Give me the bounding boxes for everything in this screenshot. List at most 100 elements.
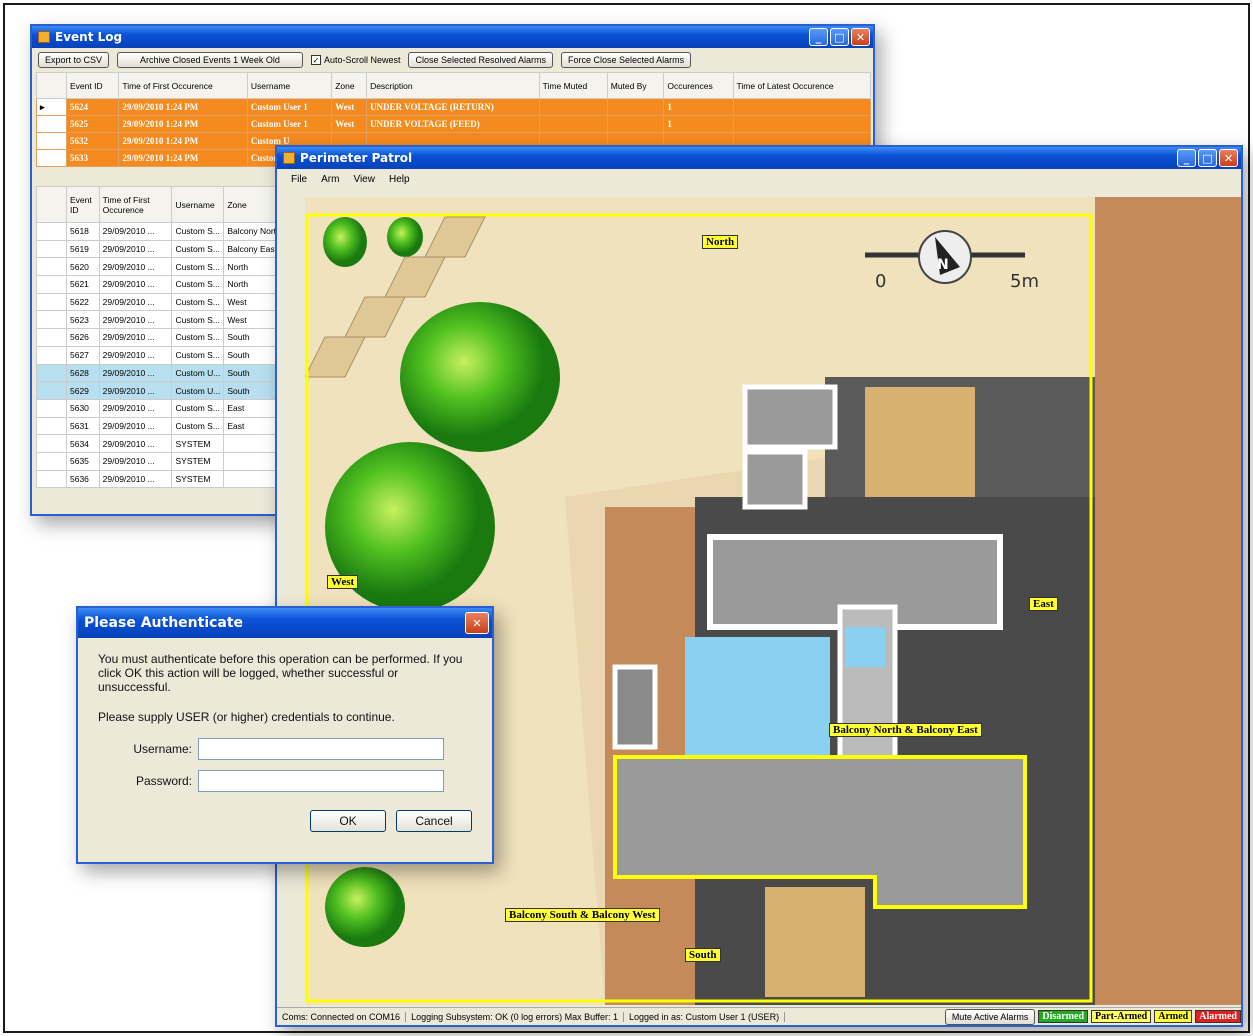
row-header[interactable]: ▸ bbox=[36, 98, 67, 116]
zone-label-balcony-ne[interactable]: Balcony North & Balcony East bbox=[829, 723, 982, 737]
column-header[interactable]: Time of First Occurence bbox=[118, 72, 248, 99]
table-row[interactable]: 5630 29/09/2010 ... Custom S... East bbox=[36, 398, 281, 418]
ok-button[interactable]: OK bbox=[310, 810, 386, 832]
table-row[interactable]: 5627 29/09/2010 ... Custom S... South bbox=[36, 345, 281, 365]
table-row[interactable]: 5621 29/09/2010 ... Custom S... North bbox=[36, 275, 281, 294]
column-header[interactable]: Zone bbox=[223, 186, 281, 223]
table-row[interactable]: 5635 29/09/2010 ... SYSTEM bbox=[36, 451, 281, 471]
close-icon[interactable]: ✕ bbox=[465, 612, 489, 634]
table-cell: SYSTEM bbox=[171, 434, 225, 453]
maximize-icon[interactable]: □ bbox=[830, 28, 849, 46]
column-header[interactable]: Muted By bbox=[606, 72, 665, 99]
row-header[interactable] bbox=[36, 275, 67, 294]
row-header[interactable] bbox=[36, 310, 67, 330]
row-header[interactable] bbox=[36, 363, 67, 383]
column-header[interactable]: Username bbox=[171, 186, 225, 223]
column-header[interactable]: Occurences bbox=[663, 72, 734, 99]
column-header[interactable]: Description bbox=[366, 72, 540, 99]
export-csv-button[interactable]: Export to CSV bbox=[38, 52, 110, 68]
row-header[interactable] bbox=[36, 115, 67, 133]
row-header[interactable] bbox=[36, 149, 67, 167]
force-close-button[interactable]: Force Close Selected Alarms bbox=[561, 52, 692, 68]
table-row[interactable]: 5623 29/09/2010 ... Custom S... West bbox=[36, 310, 281, 330]
close-icon[interactable]: ✕ bbox=[1219, 149, 1238, 167]
table-row[interactable]: ▸ 5624 29/09/2010 1:24 PM Custom User 1 West… bbox=[36, 98, 872, 116]
row-header[interactable] bbox=[36, 222, 67, 241]
table-cell: 5621 bbox=[66, 275, 100, 294]
table-cell: UNDER VOLTAGE (RETURN) bbox=[366, 98, 540, 116]
row-header[interactable] bbox=[36, 381, 67, 400]
row-header[interactable] bbox=[36, 132, 67, 150]
zone-label-balcony-sw[interactable]: Balcony South & Balcony West bbox=[505, 908, 660, 922]
column-header[interactable]: Zone bbox=[331, 72, 368, 99]
row-header[interactable] bbox=[36, 328, 67, 347]
row-header[interactable] bbox=[36, 469, 67, 489]
column-header[interactable]: Event ID bbox=[66, 186, 100, 223]
column-header[interactable]: Time of Latest Occurence bbox=[732, 72, 872, 99]
archive-button[interactable]: Archive Closed Events 1 Week Old bbox=[117, 52, 303, 68]
table-cell: Custom U... bbox=[171, 381, 225, 400]
table-cell: 5635 bbox=[66, 451, 100, 471]
minimize-icon[interactable]: _ bbox=[1177, 149, 1196, 167]
column-header[interactable]: Username bbox=[246, 72, 333, 99]
table-cell: Custom S... bbox=[171, 222, 225, 241]
column-header[interactable]: Time Muted bbox=[538, 72, 608, 99]
row-header[interactable] bbox=[36, 345, 67, 365]
auth-titlebar[interactable]: Please Authenticate ✕ bbox=[78, 608, 492, 638]
zone-label-east[interactable]: East bbox=[1029, 597, 1058, 611]
password-field[interactable] bbox=[198, 770, 444, 792]
mute-alarms-button[interactable]: Mute Active Alarms bbox=[944, 1008, 1036, 1025]
table-cell: 29/09/2010 ... bbox=[98, 257, 173, 277]
maximize-icon[interactable]: □ bbox=[1198, 149, 1217, 167]
username-field[interactable] bbox=[198, 738, 444, 760]
status-armed: Armed bbox=[1154, 1010, 1193, 1023]
table-row[interactable]: 5628 29/09/2010 ... Custom U... South bbox=[36, 363, 281, 383]
close-icon[interactable]: ✕ bbox=[851, 28, 870, 46]
zone-label-west[interactable]: West bbox=[327, 575, 359, 589]
table-row[interactable]: 5626 29/09/2010 ... Custom S... South bbox=[36, 328, 281, 347]
event-history-table[interactable]: Event ID Time of First Occurence Username Z… bbox=[36, 186, 281, 489]
menu-file[interactable]: File bbox=[291, 174, 307, 185]
table-row[interactable]: 5619 29/09/2010 ... Custom S... Balcony Eas… bbox=[36, 239, 281, 259]
table-row[interactable]: 5634 29/09/2010 ... SYSTEM bbox=[36, 434, 281, 453]
autoscroll-checkbox[interactable]: ✓ Auto-Scroll Newest bbox=[310, 55, 400, 65]
table-cell: West bbox=[331, 98, 368, 116]
table-row[interactable]: 5631 29/09/2010 ... Custom S... East bbox=[36, 416, 281, 436]
table-row[interactable]: 5618 29/09/2010 ... Custom S... Balcony Nor… bbox=[36, 222, 281, 241]
menu-arm[interactable]: Arm bbox=[321, 174, 339, 185]
table-cell: West bbox=[223, 310, 281, 330]
table-cell: 29/09/2010 ... bbox=[98, 292, 173, 312]
table-cell: Custom S... bbox=[171, 292, 225, 312]
table-row[interactable]: 5629 29/09/2010 ... Custom U... South bbox=[36, 381, 281, 400]
row-header[interactable] bbox=[36, 257, 67, 277]
row-header[interactable] bbox=[36, 398, 67, 418]
event-log-titlebar[interactable]: Event Log _ □ ✕ bbox=[32, 26, 873, 48]
row-header[interactable] bbox=[36, 434, 67, 453]
table-cell bbox=[223, 469, 281, 489]
menu-help[interactable]: Help bbox=[389, 174, 410, 185]
table-row[interactable]: 5620 29/09/2010 ... Custom S... North bbox=[36, 257, 281, 277]
cancel-button[interactable]: Cancel bbox=[396, 810, 472, 832]
column-header[interactable]: Event ID bbox=[65, 72, 120, 99]
username-label: Username: bbox=[133, 742, 192, 756]
table-row[interactable]: 5622 29/09/2010 ... Custom S... West bbox=[36, 292, 281, 312]
table-cell: Custom S... bbox=[171, 328, 225, 347]
floor-plan-map[interactable]: 0 5m N North West East Balcony North & B… bbox=[305, 197, 1095, 1005]
perimeter-titlebar[interactable]: Perimeter Patrol _ □ ✕ bbox=[277, 147, 1241, 169]
table-cell: 5618 bbox=[66, 222, 100, 241]
table-cell: 29/09/2010 1:24 PM bbox=[118, 132, 248, 150]
table-cell bbox=[732, 115, 872, 133]
column-header[interactable]: Time of First Occurence bbox=[98, 186, 173, 223]
row-header[interactable] bbox=[36, 292, 67, 312]
menu-view[interactable]: View bbox=[353, 174, 375, 185]
minimize-icon[interactable]: _ bbox=[809, 28, 828, 46]
zone-label-north[interactable]: North bbox=[702, 235, 739, 249]
row-header[interactable] bbox=[36, 416, 67, 436]
zone-label-south[interactable]: South bbox=[685, 948, 721, 962]
row-header[interactable] bbox=[36, 451, 67, 471]
close-resolved-button[interactable]: Close Selected Resolved Alarms bbox=[408, 52, 554, 68]
row-header[interactable] bbox=[36, 239, 67, 259]
table-row[interactable]: 5636 29/09/2010 ... SYSTEM bbox=[36, 469, 281, 489]
table-row[interactable]: 5625 29/09/2010 1:24 PM Custom User 1 West U… bbox=[36, 115, 872, 133]
event-log-title: Event Log bbox=[55, 30, 123, 44]
